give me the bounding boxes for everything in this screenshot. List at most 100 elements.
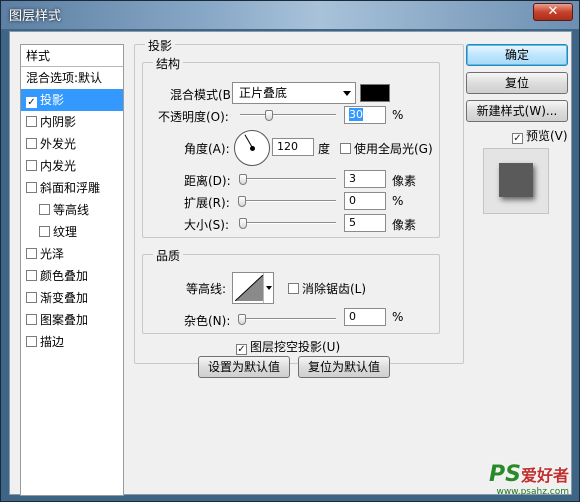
title-bar[interactable]: 图层样式 ✕ (1, 1, 579, 29)
style-item[interactable]: ✓ 投影 (21, 89, 123, 111)
style-item-checkbox[interactable] (26, 336, 37, 347)
chevron-down-icon[interactable] (263, 273, 273, 303)
style-item-label: 光泽 (40, 247, 65, 261)
spread-label: 扩展(R): (184, 196, 230, 210)
style-item[interactable]: 颜色叠加 (21, 265, 123, 287)
style-item-checkbox[interactable] (26, 248, 37, 259)
style-item-checkbox[interactable] (39, 226, 50, 237)
size-slider[interactable] (238, 218, 336, 229)
use-global-light-checkbox[interactable]: 使用全局光(G) (340, 140, 433, 157)
style-item-label: 渐变叠加 (40, 291, 89, 305)
noise-label: 杂色(N): (184, 314, 231, 328)
style-item-checkbox[interactable] (26, 116, 37, 127)
knockout-label: 图层挖空投影(U) (250, 340, 341, 354)
spread-input[interactable]: 0 (344, 192, 386, 210)
knockout-checkbox[interactable]: ✓ 图层挖空投影(U) (236, 338, 340, 355)
style-item[interactable]: 内阴影 (21, 111, 123, 133)
chevron-down-icon (343, 91, 351, 96)
style-item-checkbox[interactable] (26, 160, 37, 171)
style-item-label: 描边 (40, 335, 65, 349)
anti-aliased-box[interactable] (288, 283, 299, 294)
preview-checkbox[interactable]: ✓ 预览(V) (512, 127, 568, 144)
blend-mode-value: 正片叠底 (239, 86, 288, 100)
style-item[interactable]: 内发光 (21, 155, 123, 177)
style-item-checkbox[interactable] (26, 314, 37, 325)
opacity-input[interactable]: 30 (344, 106, 386, 124)
preview-square (499, 163, 533, 197)
noise-slider[interactable] (237, 314, 336, 325)
blend-mode-select[interactable]: 正片叠底 (232, 82, 356, 104)
new-style-button[interactable]: 新建样式(W)... (466, 100, 568, 122)
opacity-unit: % (392, 108, 404, 122)
distance-slider-thumb[interactable] (238, 174, 247, 185)
style-list: 样式 混合选项:默认 ✓ 投影内阴影外发光内发光斜面和浮雕等高线纹理光泽颜色叠加渐… (20, 44, 124, 496)
noise-slider-thumb[interactable] (237, 314, 246, 325)
angle-unit: 度 (318, 142, 331, 156)
shadow-color-swatch[interactable] (360, 84, 390, 102)
opacity-slider[interactable] (240, 110, 336, 121)
style-item-checkbox[interactable] (26, 138, 37, 149)
style-item[interactable]: 外发光 (21, 133, 123, 155)
contour-picker[interactable] (232, 272, 274, 304)
style-item-label: 等高线 (53, 203, 90, 217)
contour-label: 等高线: (186, 282, 227, 296)
size-slider-thumb[interactable] (238, 218, 247, 229)
distance-slider[interactable] (238, 174, 336, 185)
distance-unit: 像素 (392, 174, 417, 188)
size-label: 大小(S): (184, 218, 230, 232)
use-global-light-label: 使用全局光(G) (354, 142, 433, 156)
ok-button[interactable]: 确定 (466, 44, 568, 66)
opacity-slider-thumb[interactable] (264, 110, 273, 121)
window-title: 图层样式 (9, 9, 62, 24)
angle-dial[interactable] (234, 130, 270, 166)
contour-curve-icon (235, 275, 263, 301)
style-item-label: 纹理 (53, 225, 78, 239)
style-item[interactable]: 纹理 (21, 221, 123, 243)
distance-input[interactable]: 3 (344, 170, 386, 188)
style-item[interactable]: 光泽 (21, 243, 123, 265)
preview-thumbnail (483, 148, 549, 214)
style-item-label: 颜色叠加 (40, 269, 89, 283)
style-item-checkbox[interactable] (26, 182, 37, 193)
style-item[interactable]: 渐变叠加 (21, 287, 123, 309)
reset-default-button[interactable]: 复位为默认值 (298, 356, 390, 378)
style-item-label: 图案叠加 (40, 313, 89, 327)
style-item-label: 内阴影 (40, 115, 77, 129)
use-global-light-box[interactable] (340, 143, 351, 154)
style-item[interactable]: 图案叠加 (21, 309, 123, 331)
noise-unit: % (392, 310, 404, 324)
knockout-box[interactable]: ✓ (236, 344, 247, 355)
spread-slider-thumb[interactable] (237, 196, 246, 207)
style-item-label: 内发光 (40, 159, 77, 173)
opacity-label: 不透明度(O): (158, 110, 229, 124)
noise-input[interactable]: 0 (344, 308, 386, 326)
preview-box[interactable]: ✓ (512, 133, 523, 144)
style-item[interactable]: 斜面和浮雕 (21, 177, 123, 199)
watermark-brand: PS (489, 462, 521, 487)
style-item-checkbox[interactable] (39, 204, 50, 215)
style-list-header[interactable]: 样式 (21, 45, 123, 67)
anti-aliased-checkbox[interactable]: 消除锯齿(L) (288, 280, 366, 297)
layer-style-dialog: 图层样式 ✕ 样式 混合选项:默认 ✓ 投影内阴影外发光内发光斜面和浮雕等高线纹理… (0, 0, 580, 502)
spread-slider[interactable] (237, 196, 336, 207)
dialog-client: 样式 混合选项:默认 ✓ 投影内阴影外发光内发光斜面和浮雕等高线纹理光泽颜色叠加渐… (9, 31, 572, 496)
size-input[interactable]: 5 (344, 214, 386, 232)
blend-options-item[interactable]: 混合选项:默认 (21, 67, 123, 89)
blend-mode-label: 混合模式(B): (170, 88, 240, 102)
reset-button[interactable]: 复位 (466, 72, 568, 94)
quality-title: 品质 (153, 247, 184, 264)
style-item[interactable]: 等高线 (21, 199, 123, 221)
style-item-checkbox[interactable]: ✓ (26, 97, 37, 108)
angle-label: 角度(A): (184, 142, 230, 156)
close-button[interactable]: ✕ (533, 3, 573, 21)
style-item-checkbox[interactable] (26, 292, 37, 303)
make-default-button[interactable]: 设置为默认值 (198, 356, 290, 378)
watermark-brand-text: 爱好者 (520, 466, 569, 485)
style-item-checkbox[interactable] (26, 270, 37, 281)
size-unit: 像素 (392, 218, 417, 232)
anti-aliased-label: 消除锯齿(L) (302, 282, 367, 296)
spread-unit: % (392, 194, 404, 208)
distance-label: 距离(D): (184, 174, 231, 188)
style-item[interactable]: 描边 (21, 331, 123, 353)
angle-input[interactable]: 120 (272, 138, 314, 156)
